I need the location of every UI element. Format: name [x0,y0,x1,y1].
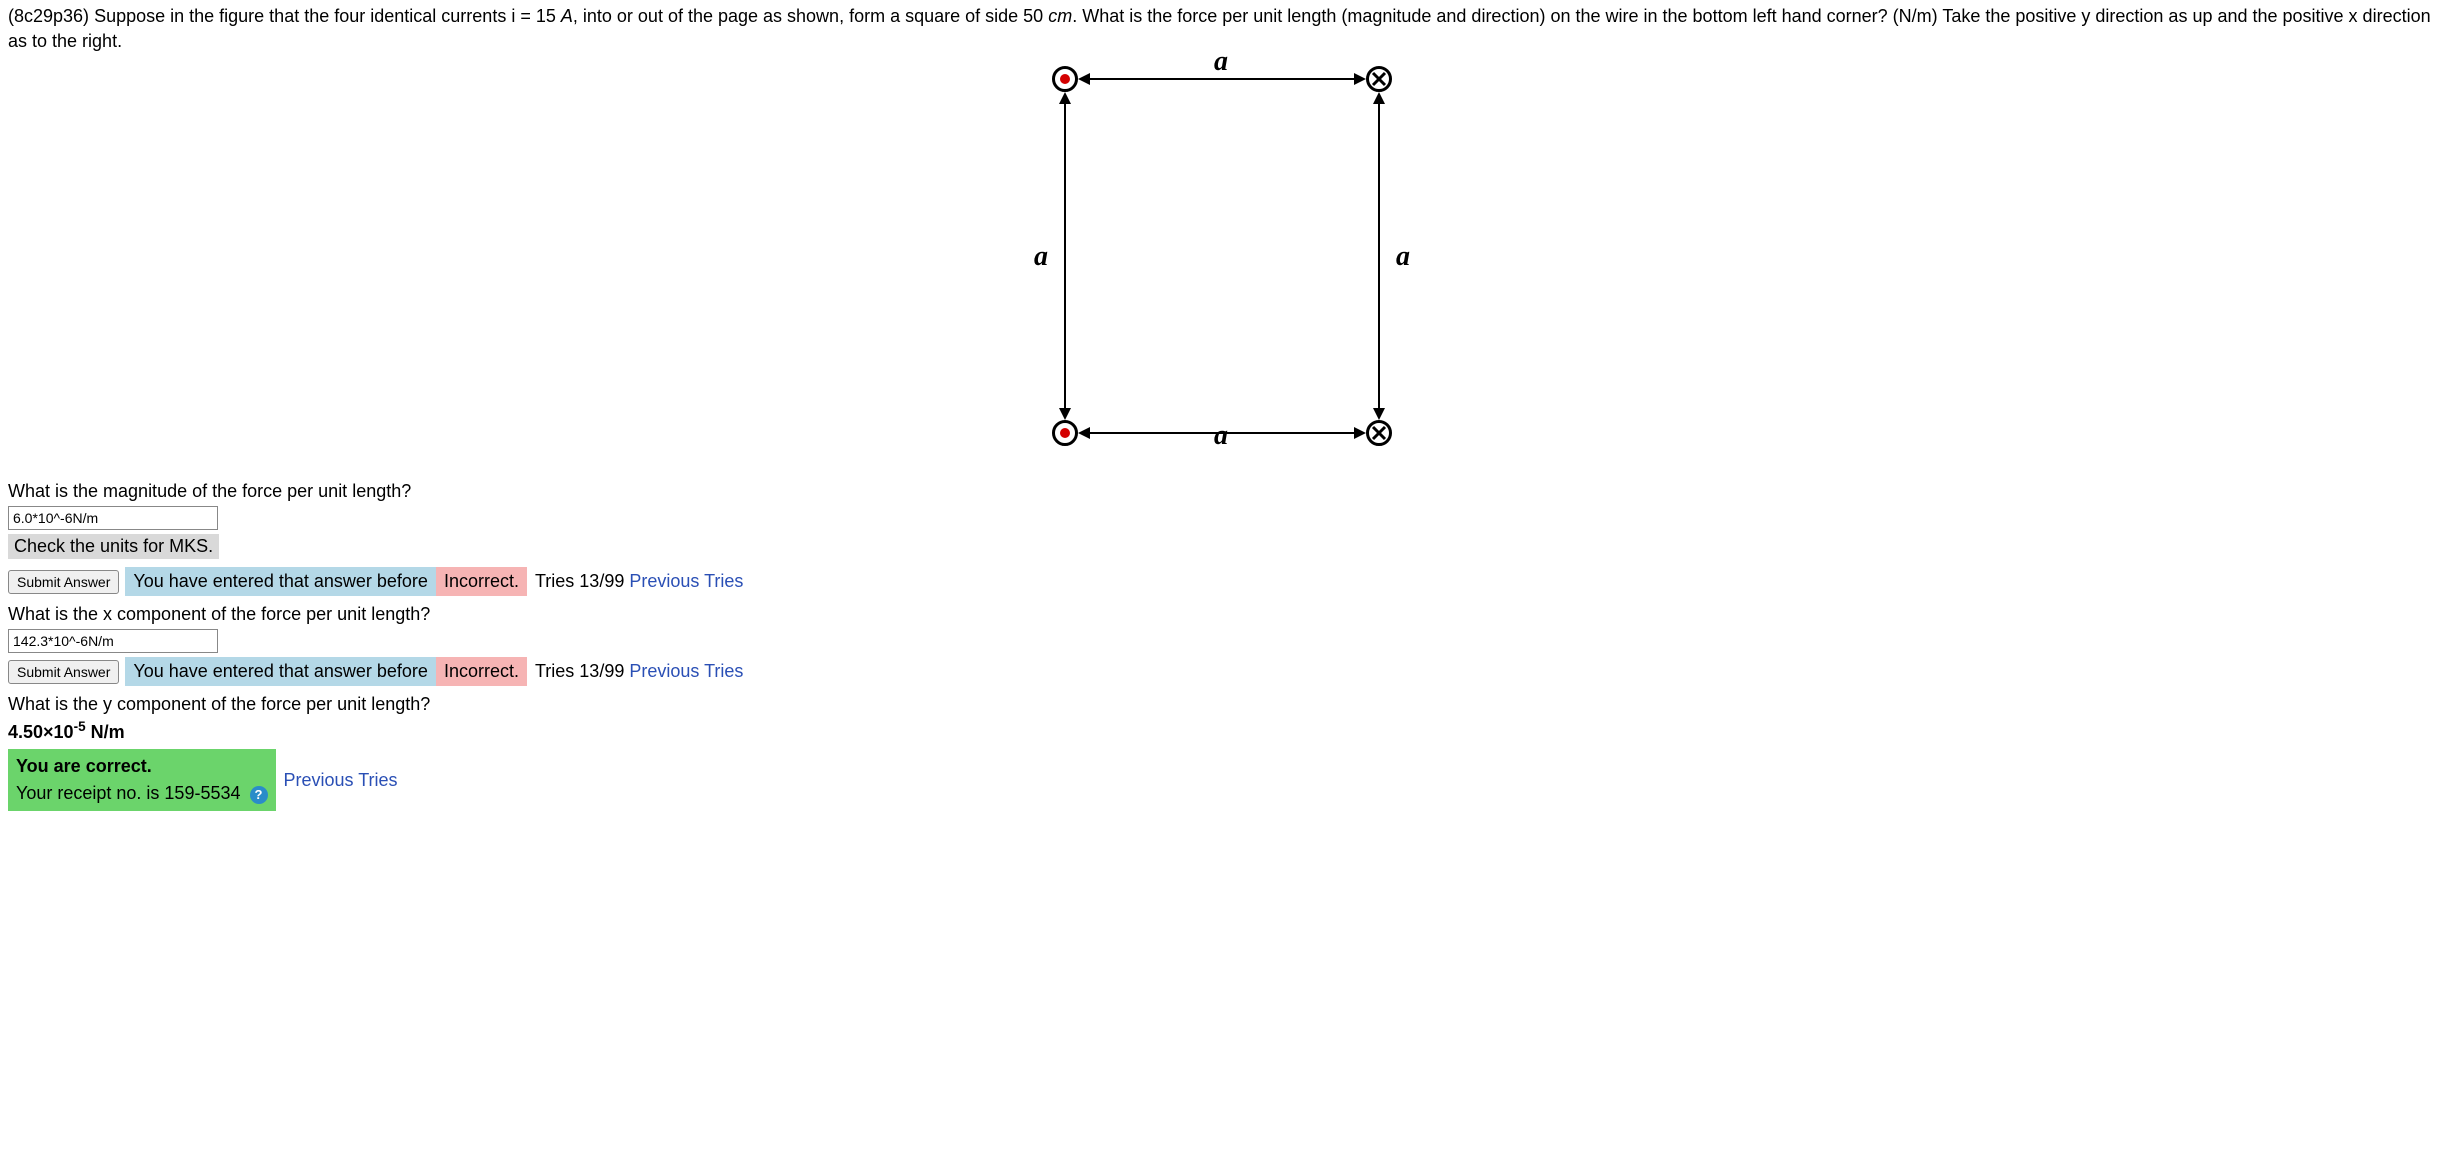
help-icon[interactable]: ? [250,786,268,804]
entered-before-msg: You have entered that answer before [125,567,436,596]
q3-prompt: What is the y component of the force per… [8,694,2436,715]
previous-tries-link[interactable]: Previous Tries [284,770,398,791]
wire-in-icon [1366,420,1392,446]
q2-prompt: What is the x component of the force per… [8,604,2436,625]
incorrect-msg: Incorrect. [436,567,527,596]
wire-out-icon [1052,66,1078,92]
side-label-left: a [1034,241,1048,273]
side-label-top: a [1214,46,1228,78]
correct-feedback: You are correct. Your receipt no. is 159… [8,749,276,811]
wire-in-icon [1366,66,1392,92]
q2-input[interactable] [8,629,218,653]
incorrect-msg: Incorrect. [436,657,527,686]
q1-prompt: What is the magnitude of the force per u… [8,481,2436,502]
problem-id: (8c29p36) [8,6,89,26]
figure: a a a a [8,66,2436,451]
tries-count: Tries 13/99 Previous Tries [527,657,751,686]
submit-button[interactable]: Submit Answer [8,660,119,684]
entered-before-msg: You have entered that answer before [125,657,436,686]
previous-tries-link[interactable]: Previous Tries [629,661,743,681]
q1-unit-feedback: Check the units for MKS. [8,534,219,559]
submit-button[interactable]: Submit Answer [8,570,119,594]
side-label-right: a [1396,241,1410,273]
wire-out-icon [1052,420,1078,446]
tries-count: Tries 13/99 Previous Tries [527,567,751,596]
q1-input[interactable] [8,506,218,530]
previous-tries-link[interactable]: Previous Tries [629,571,743,591]
side-label-bottom: a [1214,420,1228,452]
q3-answer: 4.50×10-5 N/m [8,719,2436,743]
